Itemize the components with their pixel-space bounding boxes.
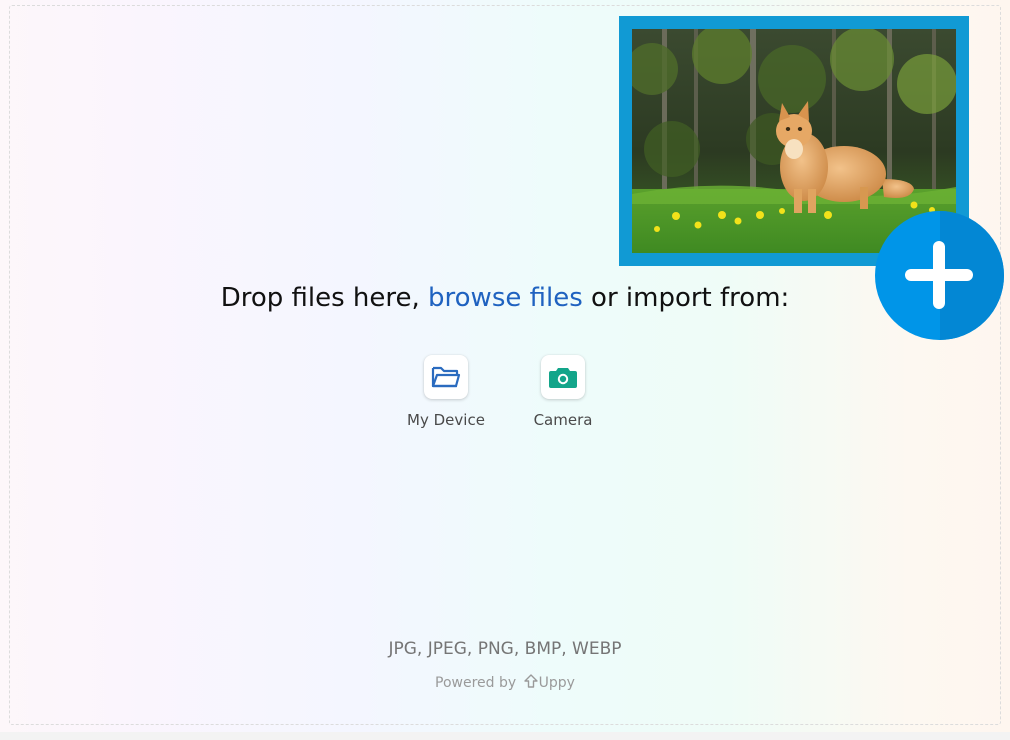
camera-icon	[549, 368, 577, 388]
plus-icon	[905, 241, 973, 309]
browse-files-link[interactable]: browse files	[428, 283, 583, 313]
camera-source[interactable]: Camera	[508, 355, 618, 429]
my-device-tile[interactable]	[424, 355, 468, 399]
uppy-logo-icon	[523, 674, 538, 688]
my-device-source[interactable]: My Device	[391, 355, 501, 429]
folder-icon	[431, 366, 461, 388]
allowed-formats-note: JPG, JPEG, PNG, BMP, WEBP	[388, 639, 622, 659]
powered-by-uppy-link[interactable]: Powered by Uppy	[0, 674, 1010, 691]
camera-tile[interactable]	[541, 355, 585, 399]
add-files-button[interactable]	[875, 211, 1004, 340]
uppy-brand-label: Uppy	[538, 675, 575, 691]
bottom-edge	[0, 732, 1010, 740]
powered-by-prefix: Powered by	[435, 675, 517, 691]
camera-label: Camera	[533, 411, 593, 429]
page-background: Drop files here, browse files or import …	[0, 0, 1010, 740]
drop-prompt-after: or import from:	[582, 283, 790, 313]
drop-prompt: Drop files here, browse files or import …	[0, 283, 1010, 313]
drop-prompt-before: Drop files here,	[220, 283, 429, 313]
my-device-label: My Device	[407, 411, 485, 429]
